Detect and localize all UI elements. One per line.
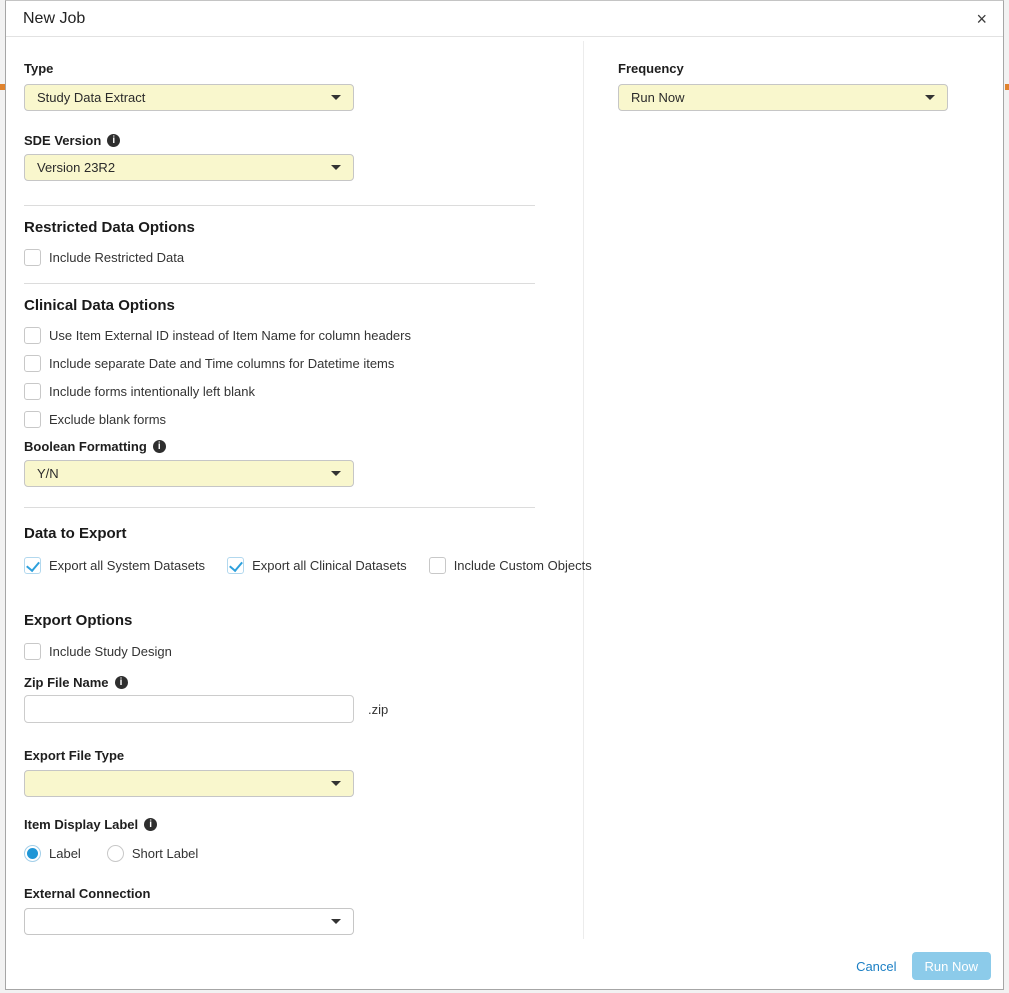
export-options-heading: Export Options [24, 612, 535, 629]
checkbox-use-item-external-id[interactable]: Use Item External ID instead of Item Nam… [24, 327, 535, 344]
sde-version-label: SDE Version [24, 133, 535, 148]
dialog-title: New Job [23, 10, 85, 28]
checkbox-box[interactable] [24, 383, 41, 400]
frequency-dropdown-value: Run Now [631, 90, 684, 105]
checkbox-box[interactable] [24, 355, 41, 372]
checkbox-box[interactable] [24, 249, 41, 266]
section-divider [24, 507, 535, 508]
chevron-down-icon [331, 95, 341, 100]
data-to-export-heading: Data to Export [24, 525, 535, 542]
checkbox-export-all-system-datasets[interactable]: Export all System Datasets [24, 557, 205, 574]
section-divider [24, 283, 535, 284]
zip-file-name-input[interactable] [24, 695, 354, 723]
run-now-button[interactable]: Run Now [912, 952, 991, 980]
external-connection-dropdown[interactable] [24, 908, 354, 935]
checkbox-include-restricted-data[interactable]: Include Restricted Data [24, 249, 535, 266]
item-display-label-radio-group: Label Short Label [24, 845, 535, 862]
section-divider [24, 205, 535, 206]
type-dropdown[interactable]: Study Data Extract [24, 84, 354, 111]
data-to-export-checkbox-row: Export all System Datasets Export all Cl… [24, 557, 535, 574]
boolean-formatting-label: Boolean Formatting [24, 439, 535, 454]
zip-suffix-label: .zip [368, 702, 388, 717]
cancel-button[interactable]: Cancel [856, 959, 896, 974]
checkbox-box[interactable] [24, 643, 41, 660]
close-icon[interactable]: × [976, 10, 987, 28]
column-divider [583, 41, 584, 939]
checkbox-include-study-design[interactable]: Include Study Design [24, 643, 535, 660]
chevron-down-icon [331, 919, 341, 924]
right-column: Frequency Run Now [618, 61, 948, 111]
radio-short-label[interactable]: Short Label [107, 845, 199, 862]
checkbox-exclude-blank-forms[interactable]: Exclude blank forms [24, 411, 535, 428]
checkbox-box[interactable] [227, 557, 244, 574]
info-icon[interactable] [115, 676, 128, 689]
zip-file-name-row: .zip [24, 695, 535, 723]
chevron-down-icon [331, 781, 341, 786]
checkbox-box[interactable] [24, 411, 41, 428]
frequency-dropdown[interactable]: Run Now [618, 84, 948, 111]
export-file-type-label: Export File Type [24, 748, 535, 763]
checkbox-box[interactable] [24, 327, 41, 344]
checkbox-box[interactable] [429, 557, 446, 574]
restricted-data-options-heading: Restricted Data Options [24, 219, 535, 236]
type-dropdown-value: Study Data Extract [37, 90, 145, 105]
checkbox-separate-date-time[interactable]: Include separate Date and Time columns f… [24, 355, 535, 372]
info-icon[interactable] [153, 440, 166, 453]
sde-version-dropdown[interactable]: Version 23R2 [24, 154, 354, 181]
checkbox-export-all-clinical-datasets[interactable]: Export all Clinical Datasets [227, 557, 407, 574]
type-label: Type [24, 61, 535, 76]
chevron-down-icon [925, 95, 935, 100]
frequency-label: Frequency [618, 61, 948, 76]
dialog-header: New Job × [6, 1, 1003, 37]
chevron-down-icon [331, 471, 341, 476]
external-connection-label: External Connection [24, 886, 535, 901]
background-page-accent-right [1005, 84, 1009, 90]
checkbox-include-custom-objects[interactable]: Include Custom Objects [429, 557, 592, 574]
checkbox-box[interactable] [24, 557, 41, 574]
dialog-footer: Cancel Run Now [856, 952, 991, 980]
info-icon[interactable] [107, 134, 120, 147]
zip-file-name-label: Zip File Name [24, 675, 535, 690]
chevron-down-icon [331, 165, 341, 170]
item-display-label-label: Item Display Label [24, 817, 535, 832]
boolean-formatting-dropdown-value: Y/N [37, 466, 59, 481]
boolean-formatting-dropdown[interactable]: Y/N [24, 460, 354, 487]
info-icon[interactable] [144, 818, 157, 831]
left-column: Type Study Data Extract SDE Version Vers… [24, 61, 535, 935]
radio-button-icon[interactable] [107, 845, 124, 862]
sde-version-dropdown-value: Version 23R2 [37, 160, 115, 175]
new-job-dialog: New Job × Type Study Data Extract SDE Ve… [5, 0, 1004, 990]
export-file-type-dropdown[interactable] [24, 770, 354, 797]
radio-label[interactable]: Label [24, 845, 81, 862]
checkbox-include-forms-left-blank[interactable]: Include forms intentionally left blank [24, 383, 535, 400]
clinical-data-options-heading: Clinical Data Options [24, 297, 535, 314]
radio-button-icon[interactable] [24, 845, 41, 862]
